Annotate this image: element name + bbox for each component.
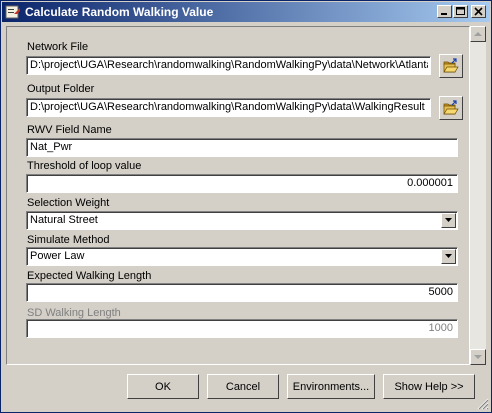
scroll-down-button[interactable]	[470, 349, 486, 365]
output-folder-input[interactable]: D:\project\UGA\Research\randomwalking\Ra…	[26, 98, 431, 117]
window-title: Calculate Random Walking Value	[25, 5, 214, 19]
scroll-up-button[interactable]	[470, 26, 486, 42]
minimize-button[interactable]	[437, 5, 452, 18]
output-folder-browse-button[interactable]	[439, 96, 463, 120]
close-button[interactable]	[471, 5, 486, 18]
simulate-method-dropdown-button[interactable]	[441, 249, 456, 264]
ok-button[interactable]: OK	[127, 374, 199, 399]
dialog-window: Calculate Random Walking Value Network F…	[0, 0, 492, 413]
expected-length-label: Expected Walking Length	[27, 270, 152, 282]
chevron-up-icon	[474, 32, 482, 36]
rwv-field-name-input[interactable]: Nat_Pwr	[26, 138, 458, 157]
simulate-method-label: Simulate Method	[27, 234, 110, 246]
environments-button[interactable]: Environments...	[287, 374, 375, 399]
threshold-value: 0.000001	[407, 177, 453, 189]
network-file-input[interactable]: D:\project\UGA\Research\randomwalking\Ra…	[26, 56, 431, 75]
network-file-value: D:\project\UGA\Research\randomwalking\Ra…	[30, 59, 428, 71]
selection-weight-dropdown-button[interactable]	[441, 213, 456, 228]
sd-length-value: 1000	[428, 322, 453, 334]
close-icon	[474, 7, 483, 16]
chevron-down-icon	[474, 355, 482, 359]
selection-weight-value: Natural Street	[30, 214, 98, 226]
show-help-button[interactable]: Show Help >>	[383, 374, 475, 399]
sd-length-input[interactable]: 1000	[26, 319, 458, 338]
network-file-label: Network File	[27, 41, 89, 53]
simulate-method-value: Power Law	[30, 250, 85, 262]
title-bar[interactable]: Calculate Random Walking Value	[2, 2, 490, 22]
network-file-browse-button[interactable]	[439, 54, 463, 78]
cancel-button[interactable]: Cancel	[207, 374, 279, 399]
chevron-down-icon	[445, 218, 452, 222]
threshold-label: Threshold of loop value	[27, 160, 142, 172]
open-folder-icon	[443, 100, 459, 115]
parameters-panel: Network File D:\project\UGA\Research\ran…	[6, 26, 470, 365]
maximize-button[interactable]	[453, 5, 468, 18]
output-folder-value: D:\project\UGA\Research\randomwalking\Ra…	[30, 101, 425, 113]
chevron-down-icon	[445, 254, 452, 258]
expected-length-input[interactable]: 5000	[26, 283, 458, 302]
tool-icon	[5, 5, 20, 19]
minimize-icon	[441, 13, 447, 15]
selection-weight-label: Selection Weight	[27, 197, 110, 209]
threshold-input[interactable]: 0.000001	[26, 174, 458, 193]
rwv-field-name-label: RWV Field Name	[27, 124, 112, 136]
output-folder-label: Output Folder	[27, 83, 95, 95]
open-folder-icon	[443, 58, 459, 73]
resize-grip-icon[interactable]	[477, 398, 489, 410]
rwv-field-name-value: Nat_Pwr	[30, 141, 73, 153]
expected-length-value: 5000	[428, 286, 453, 298]
simulate-method-dropdown[interactable]: Power Law	[26, 247, 458, 266]
maximize-icon	[456, 7, 465, 15]
selection-weight-dropdown[interactable]: Natural Street	[26, 211, 458, 230]
sd-length-label: SD Walking Length	[27, 307, 121, 319]
vertical-scrollbar[interactable]	[470, 26, 486, 365]
